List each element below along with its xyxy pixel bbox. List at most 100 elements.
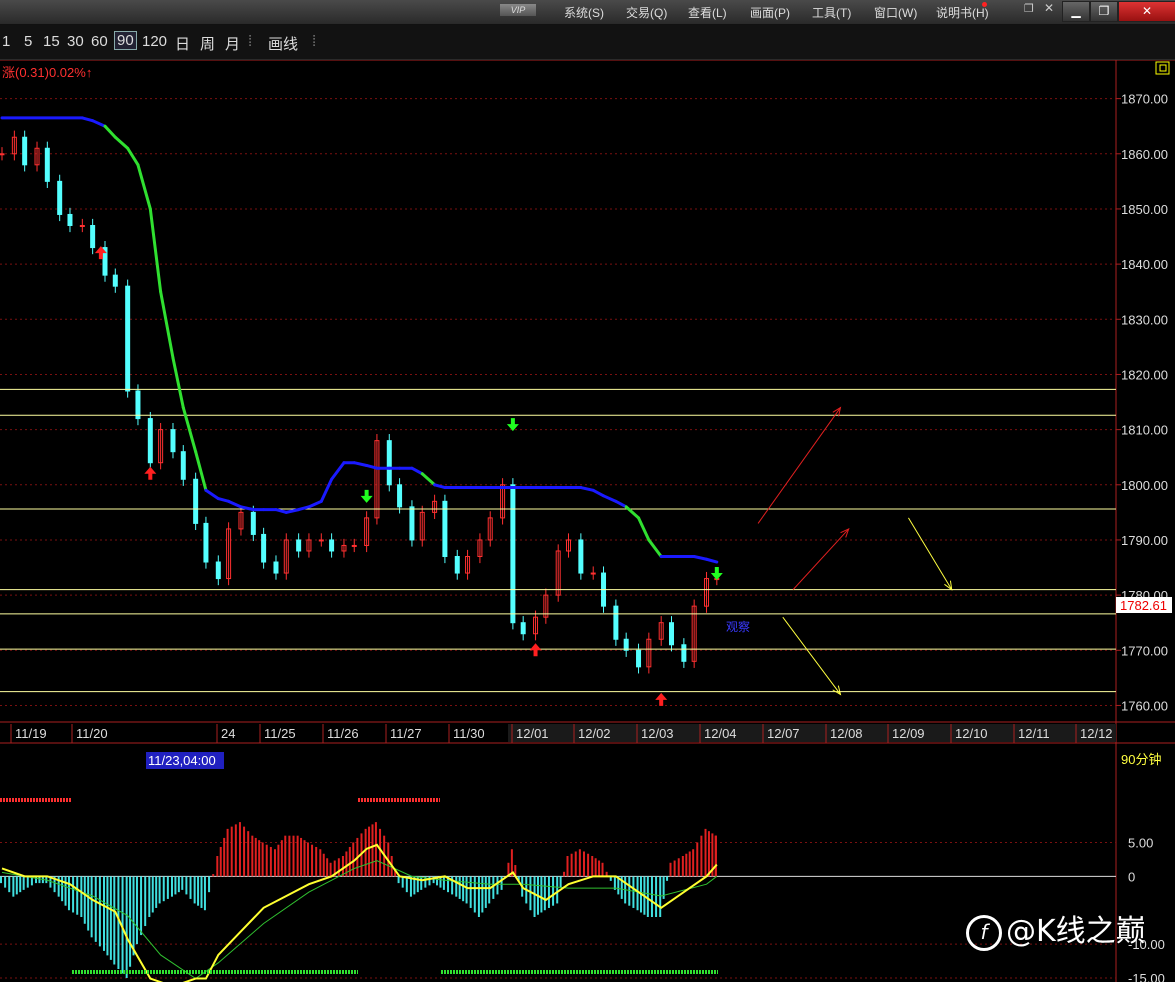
current-price-label: 1782.61 bbox=[1120, 598, 1167, 613]
price-axis: 1870.00 1860.00 1850.00 1840.00 1830.00 1820.… bbox=[0, 92, 1168, 713]
candle-body bbox=[135, 390, 141, 420]
candle-body bbox=[681, 644, 687, 662]
price-change-label: 涨(0.31)0.02%↑ bbox=[2, 65, 92, 80]
moving-average-line bbox=[614, 499, 628, 509]
moving-average-line bbox=[80, 116, 95, 123]
date-tick-label: 12/01 bbox=[516, 726, 549, 741]
watermark: f @K线之巅 bbox=[966, 906, 1146, 951]
candle-body bbox=[442, 500, 448, 558]
menu-window[interactable]: 窗口(W) bbox=[874, 4, 917, 21]
price-tick-label: 1820.00 bbox=[1121, 367, 1168, 382]
date-tick-label: 12/08 bbox=[830, 726, 863, 741]
candle-body bbox=[397, 484, 403, 508]
moving-average-line bbox=[274, 508, 288, 514]
candle-body bbox=[203, 522, 209, 563]
maximize-button[interactable]: ❐ bbox=[1090, 1, 1118, 22]
period-week[interactable]: 周 bbox=[200, 33, 215, 54]
period-120[interactable]: 120 bbox=[142, 33, 167, 50]
price-tick-label: 1840.00 bbox=[1121, 257, 1168, 272]
moving-average-line bbox=[216, 497, 231, 503]
period-1[interactable]: 1 bbox=[2, 33, 10, 50]
date-tick-label: 12/04 bbox=[704, 726, 737, 741]
annotation-text: 观察 bbox=[726, 620, 750, 634]
moving-average-line bbox=[647, 538, 663, 558]
indicator-tick-label: 0 bbox=[1128, 869, 1135, 884]
price-tick-label: 1790.00 bbox=[1121, 533, 1168, 548]
buy-signal-icon bbox=[144, 466, 157, 480]
period-15[interactable]: 15 bbox=[43, 33, 60, 50]
menu-trade[interactable]: 交易(Q) bbox=[626, 4, 667, 21]
candle-body bbox=[386, 440, 392, 486]
indicator-tick-label: 5.00 bbox=[1128, 835, 1153, 850]
date-tick-label: 12/03 bbox=[641, 726, 674, 741]
date-tick-label: 12/11 bbox=[1018, 726, 1050, 741]
candle-body bbox=[623, 638, 629, 651]
close-small-icon[interactable]: ✕ bbox=[1044, 1, 1054, 15]
candle-body bbox=[636, 649, 642, 668]
period-toolbar: 1 5 15 30 60 90 120 日 周 月 ⁞ 画线 ⁞ bbox=[0, 25, 1175, 60]
menu-screen[interactable]: 画面(P) bbox=[750, 4, 790, 21]
menu-bar: VIP 系统(S) 交易(Q) 查看(L) 画面(P) 工具(T) 窗口(W) … bbox=[0, 0, 1175, 25]
minimize-button[interactable]: ▁ bbox=[1062, 1, 1090, 22]
menu-view[interactable]: 查看(L) bbox=[688, 4, 727, 21]
panel-toggle-icon[interactable] bbox=[1155, 61, 1170, 75]
period-60[interactable]: 60 bbox=[91, 33, 108, 50]
sell-signal-icon bbox=[360, 489, 373, 503]
menu-system[interactable]: 系统(S) bbox=[564, 4, 604, 21]
period-5[interactable]: 5 bbox=[24, 33, 32, 50]
sell-signal-icon bbox=[710, 567, 723, 581]
chart-area[interactable]: 涨(0.31)0.02%↑ 1870.00 1860.00 1850.00 1840.… bbox=[0, 60, 1175, 982]
period-month[interactable]: 月 bbox=[225, 33, 240, 54]
candle-body bbox=[193, 478, 199, 524]
moving-average-line bbox=[113, 135, 130, 150]
moving-average-line bbox=[705, 557, 719, 564]
candle-body bbox=[351, 544, 357, 547]
moving-average-line bbox=[159, 290, 175, 360]
menu-tools[interactable]: 工具(T) bbox=[812, 4, 851, 21]
candle-body bbox=[329, 539, 335, 552]
moving-average-line bbox=[136, 163, 152, 211]
crosshair-label: 11/23,04:00 bbox=[148, 753, 216, 768]
moving-average-line bbox=[227, 499, 243, 509]
candle-body bbox=[273, 561, 279, 574]
candle-body bbox=[44, 147, 50, 182]
close-button[interactable]: ✕ bbox=[1118, 1, 1175, 22]
menu-help[interactable]: 说明书(H) bbox=[936, 4, 989, 21]
panel-toggle-inner-icon bbox=[1159, 64, 1167, 72]
price-tick-label: 1860.00 bbox=[1121, 147, 1168, 162]
moving-average-line bbox=[410, 466, 424, 476]
price-tick-label: 1770.00 bbox=[1121, 643, 1168, 658]
indicator-line bbox=[1, 843, 718, 982]
candle-body bbox=[261, 533, 267, 563]
date-tick-label: 11/19 bbox=[15, 726, 47, 741]
moving-average-line bbox=[103, 124, 117, 139]
projection-arrow bbox=[908, 517, 953, 590]
candle-body bbox=[170, 429, 176, 453]
date-tick-label: 12/02 bbox=[578, 726, 611, 741]
indicator-tick-label: -15.00 bbox=[1128, 971, 1165, 982]
date-tick-label: 24 bbox=[221, 726, 235, 741]
moving-average-line bbox=[204, 488, 220, 501]
main-panel[interactable] bbox=[0, 60, 1175, 982]
moving-average-line bbox=[433, 483, 447, 490]
period-day[interactable]: 日 bbox=[175, 33, 190, 54]
date-tick-label: 12/10 bbox=[955, 726, 988, 741]
price-tick-label: 1850.00 bbox=[1121, 202, 1168, 217]
restore-small-icon[interactable]: ❐ bbox=[1024, 2, 1034, 15]
sell-signal-icon bbox=[506, 418, 519, 432]
moving-average-line bbox=[637, 516, 651, 542]
indicator-panel[interactable]: 5.000-10.00-15.00 bbox=[0, 798, 1165, 982]
period-30[interactable]: 30 bbox=[67, 33, 84, 50]
moving-average-line bbox=[171, 356, 185, 410]
signal-line bbox=[1, 860, 718, 980]
candle-body bbox=[215, 561, 221, 580]
price-tick-label: 1870.00 bbox=[1121, 92, 1168, 107]
vip-badge[interactable]: VIP bbox=[500, 4, 536, 16]
candle-body bbox=[613, 605, 619, 640]
period-90[interactable]: 90 bbox=[114, 31, 137, 50]
weibo-logo-icon: f bbox=[966, 914, 1002, 951]
date-tick-label: 11/30 bbox=[453, 726, 485, 741]
draw-line-tool[interactable]: 画线 bbox=[268, 33, 298, 54]
candle-body bbox=[409, 506, 415, 541]
candle-body bbox=[510, 484, 516, 624]
